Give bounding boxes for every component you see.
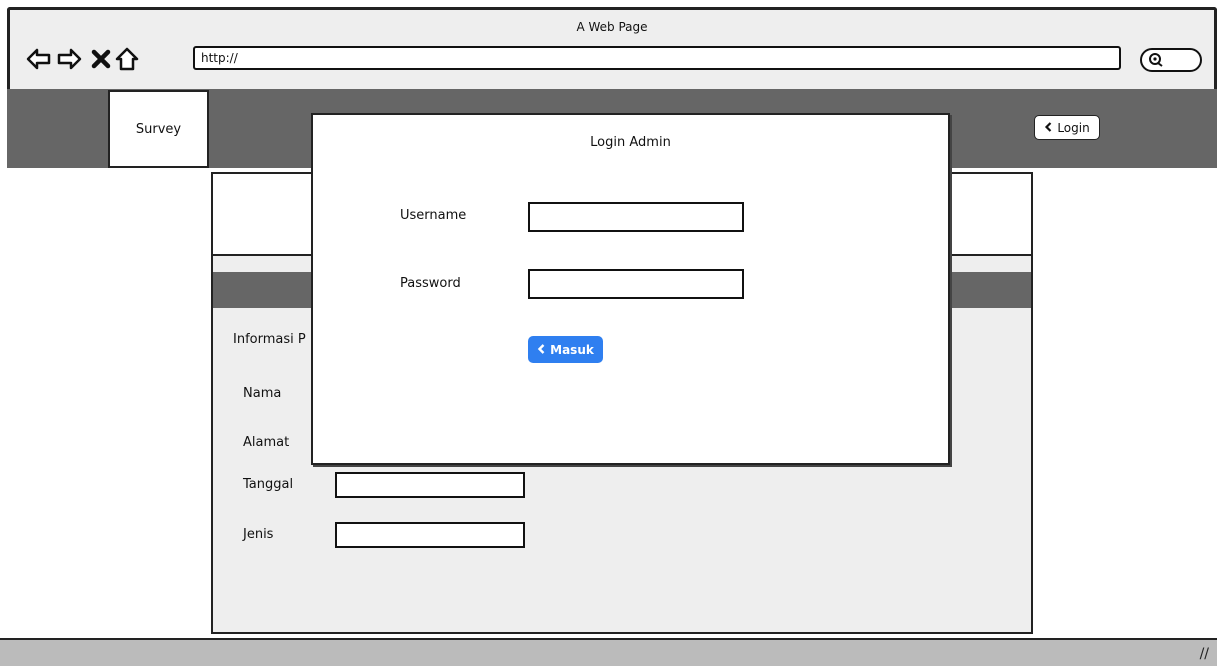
stop-icon[interactable] — [88, 46, 114, 72]
field-label-alamat: Alamat — [243, 435, 290, 450]
login-button-label: Login — [1057, 120, 1090, 135]
resize-grip-icon[interactable]: // — [1200, 646, 1209, 662]
browser-search-field[interactable] — [1140, 48, 1202, 72]
field-label-nama: Nama — [243, 386, 282, 401]
username-label: Username — [400, 208, 467, 223]
field-label-tanggal: Tanggal — [243, 477, 294, 492]
nav-tab-survey[interactable]: Survey — [108, 90, 209, 168]
home-icon[interactable] — [114, 46, 140, 72]
password-input[interactable] — [528, 269, 744, 299]
modal-title: Login Admin — [590, 135, 671, 150]
password-label: Password — [400, 276, 461, 291]
tanggal-input[interactable] — [335, 472, 525, 498]
login-button[interactable]: Login — [1034, 115, 1100, 140]
chevron-left-icon — [1044, 121, 1053, 135]
field-label-jenis: Jenis — [243, 527, 274, 542]
address-text: http:// — [201, 51, 238, 65]
section-label: Informasi P — [233, 332, 306, 347]
jenis-input[interactable] — [335, 522, 525, 548]
search-icon — [1149, 53, 1163, 67]
window-title: A Web Page — [576, 20, 648, 34]
status-bar: // — [0, 638, 1217, 666]
masuk-button-label: Masuk — [550, 342, 594, 357]
back-icon[interactable] — [26, 46, 52, 72]
masuk-button[interactable]: Masuk — [528, 336, 603, 363]
address-bar[interactable]: http:// — [193, 46, 1121, 70]
chevron-left-icon — [537, 343, 546, 357]
login-modal: Login Admin Username Password Masuk — [311, 113, 950, 465]
forward-icon[interactable] — [56, 46, 82, 72]
username-input[interactable] — [528, 202, 744, 232]
browser-chrome: A Web Page http:// — [7, 7, 1217, 89]
